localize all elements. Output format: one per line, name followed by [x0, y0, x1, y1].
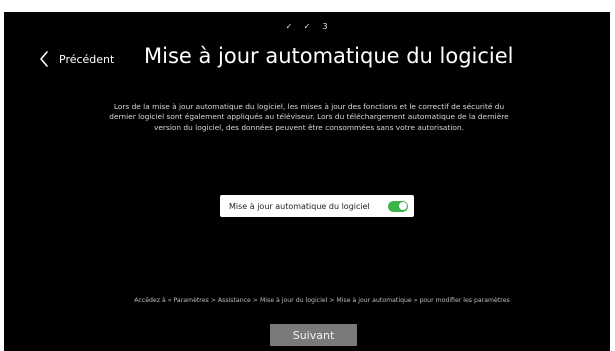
- description-line-2: dernier logiciel sont également appliqué…: [109, 112, 509, 122]
- back-label: Précédent: [59, 52, 115, 66]
- switch-knob: [398, 202, 407, 210]
- step-3-current: 3: [322, 22, 328, 31]
- description-line-3: version du logiciel, des données peuvent…: [154, 122, 464, 132]
- step-2-check: ✓: [303, 22, 311, 31]
- chevron-left-icon: [40, 51, 48, 67]
- step-indicator: ✓ ✓ 3: [4, 22, 610, 31]
- settings-path-hint: Accédez à « Paramètres > Assistance > Mi…: [134, 297, 510, 304]
- description-line-1: Lors de la mise à jour automatique du lo…: [113, 102, 505, 111]
- tv-screen: ✓ ✓ 3 Précédent Mise à jour automatique …: [4, 12, 610, 351]
- back-button[interactable]: Précédent: [39, 50, 114, 68]
- auto-update-label: Mise à jour automatique du logiciel: [229, 201, 370, 211]
- step-1-check: ✓: [285, 22, 293, 31]
- description-text: Lors de la mise à jour automatique du lo…: [64, 102, 554, 133]
- auto-update-toggle-row[interactable]: Mise à jour automatique du logiciel: [220, 195, 414, 217]
- next-button[interactable]: Suivant: [270, 324, 357, 346]
- auto-update-switch[interactable]: [388, 200, 408, 212]
- page-title: Mise à jour automatique du logiciel: [144, 44, 514, 68]
